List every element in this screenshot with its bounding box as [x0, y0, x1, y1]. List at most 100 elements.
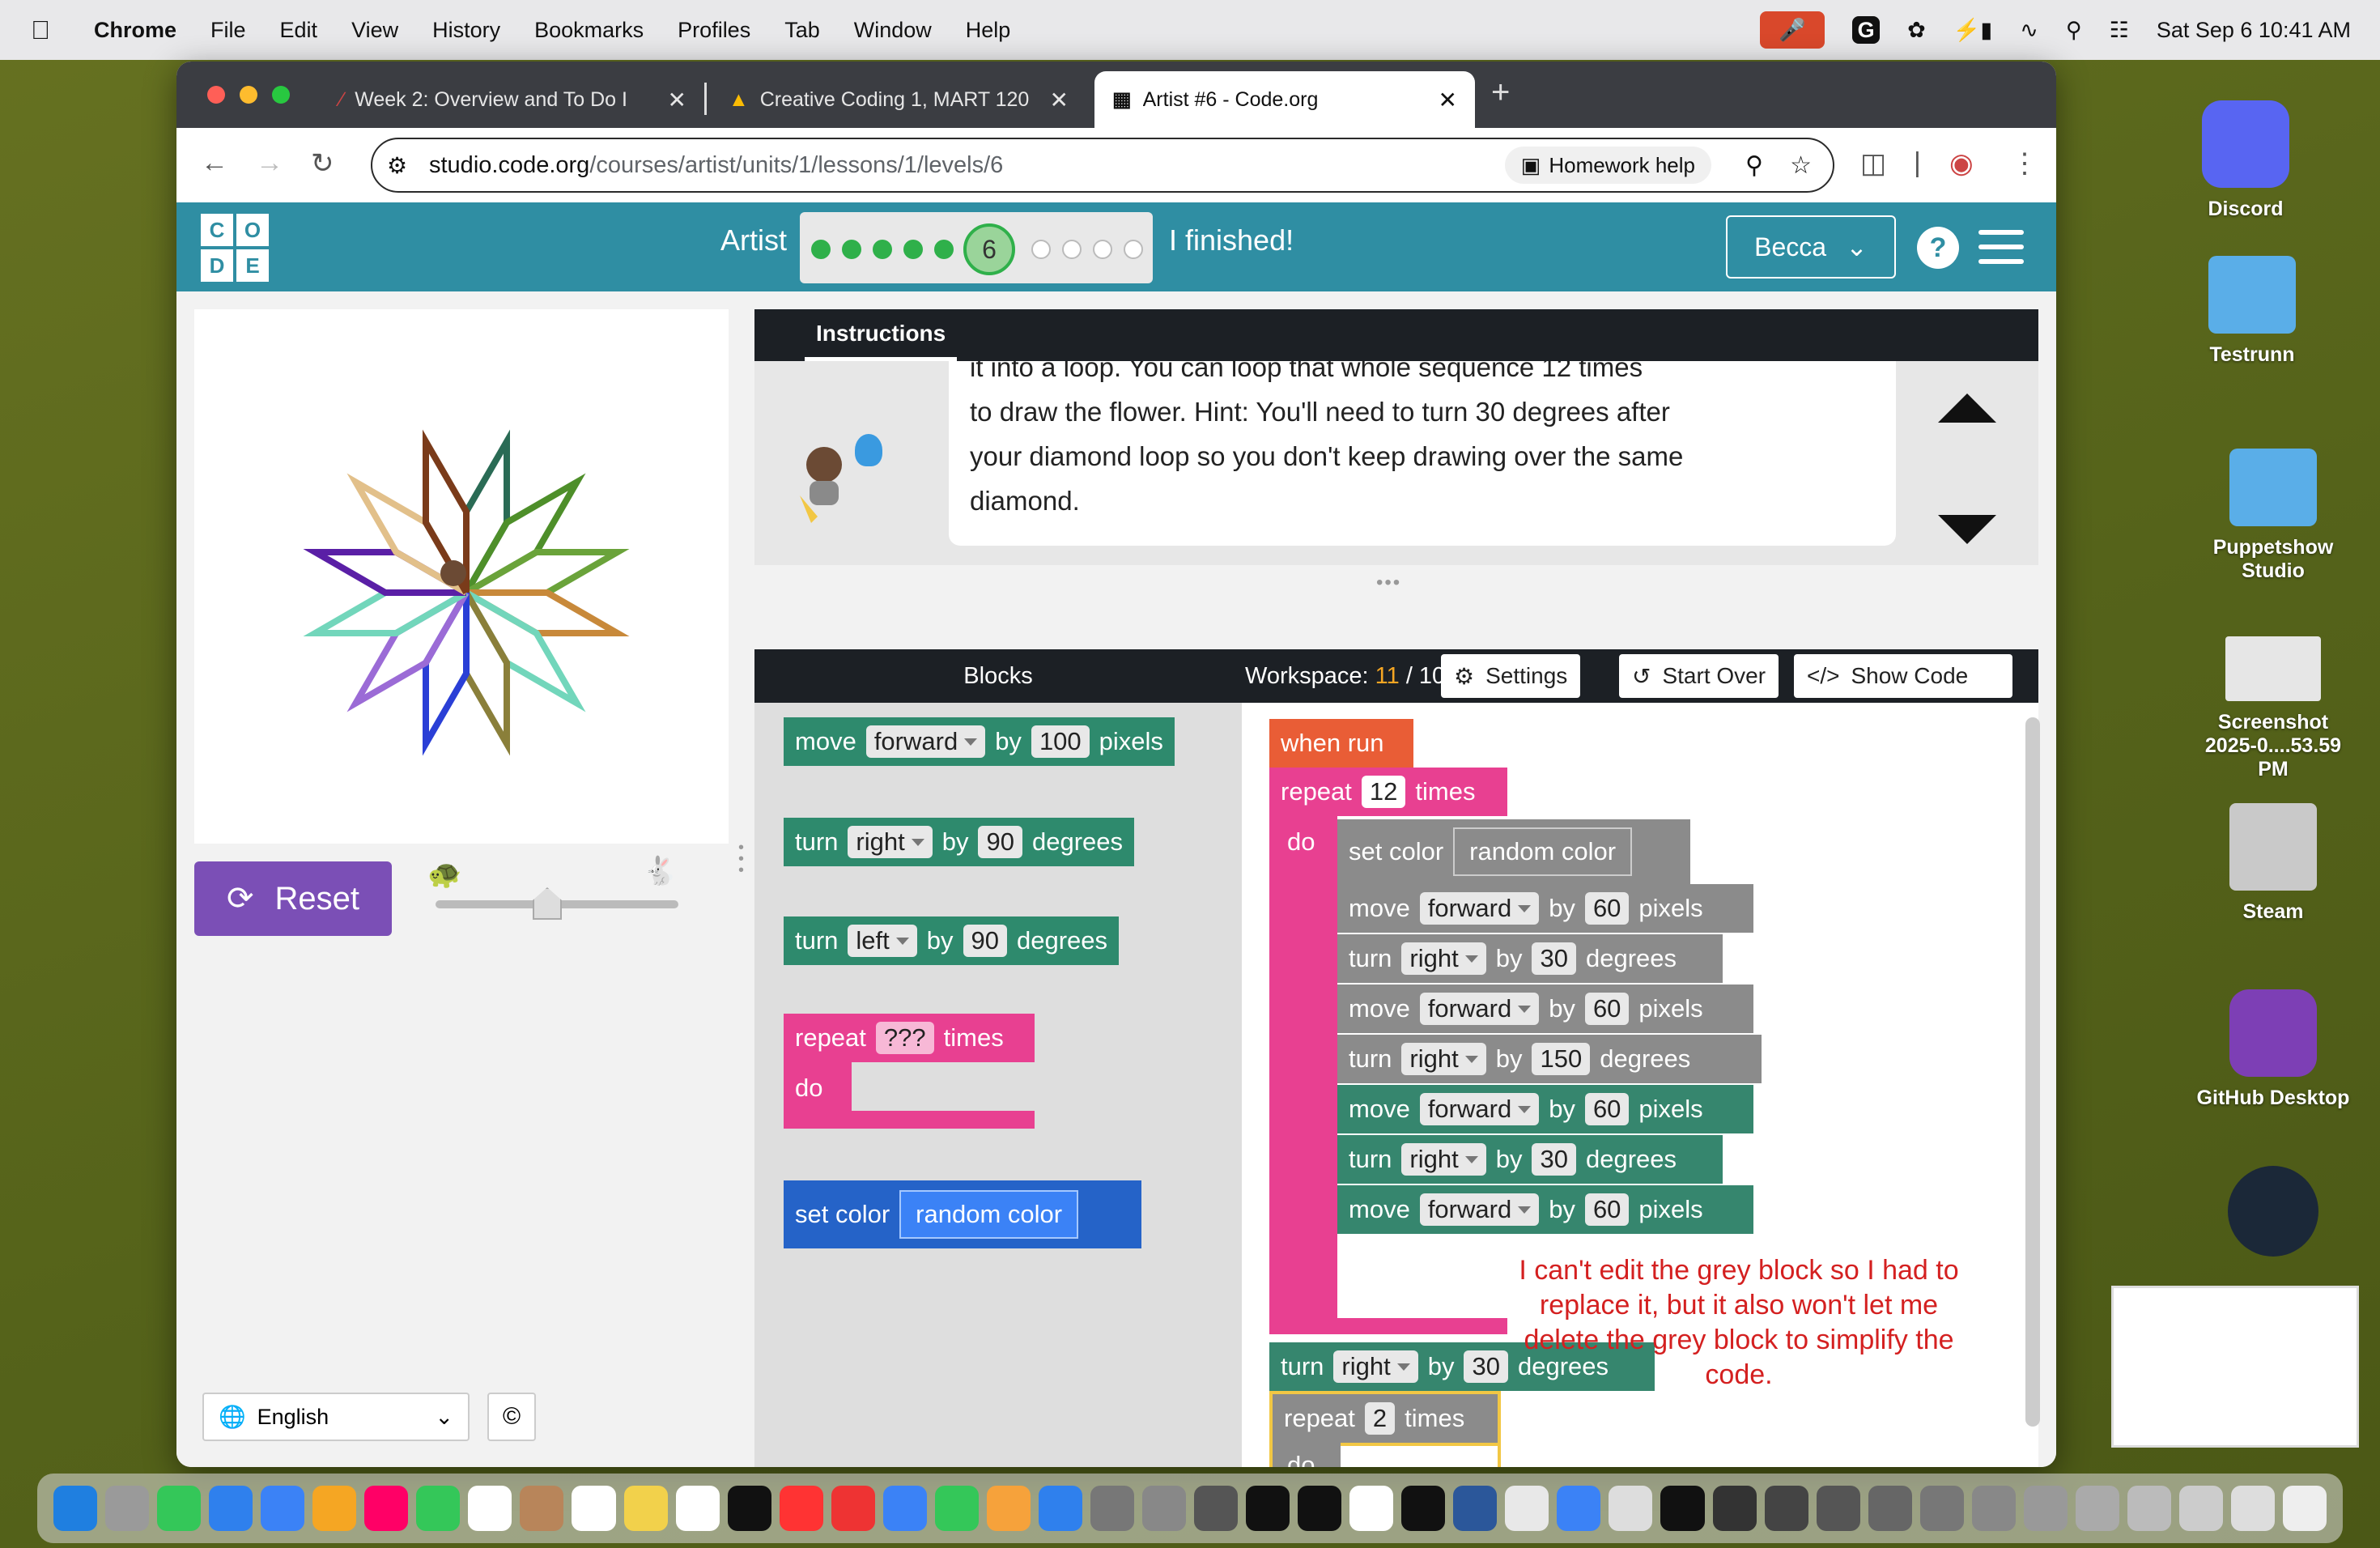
- move-block[interactable]: move forward by 60 pixels: [1337, 1085, 1753, 1133]
- dock-app-icon[interactable]: [1194, 1486, 1239, 1531]
- dock-app-icon[interactable]: [1038, 1486, 1082, 1531]
- repeat-2-block[interactable]: repeat 2 times do: [1269, 1391, 1501, 1467]
- number-field[interactable]: 150: [1532, 1043, 1591, 1075]
- menu-kebab-icon[interactable]: ⋮: [2011, 147, 2038, 180]
- menu-tab[interactable]: Tab: [784, 18, 820, 43]
- direction-dropdown[interactable]: forward: [865, 725, 986, 758]
- number-field[interactable]: 90: [978, 826, 1022, 858]
- dock-app-icon[interactable]: [2178, 1486, 2223, 1531]
- dock-app-icon[interactable]: [1349, 1486, 1394, 1531]
- reset-button[interactable]: ⟳ Reset: [194, 861, 392, 936]
- direction-dropdown[interactable]: right: [1401, 1143, 1486, 1176]
- menu-history[interactable]: History: [432, 18, 500, 43]
- profile-avatar-icon[interactable]: ◉: [1949, 147, 1974, 180]
- menu-app-name[interactable]: Chrome: [94, 18, 176, 43]
- move-block[interactable]: move forward by 60 pixels: [1337, 884, 1753, 933]
- instructions-tab[interactable]: Instructions: [805, 309, 958, 361]
- level-dot-complete[interactable]: [842, 240, 861, 259]
- direction-dropdown[interactable]: right: [1333, 1350, 1418, 1383]
- turn-block[interactable]: turn right by 30 degrees: [1337, 934, 1723, 983]
- minimize-window-button[interactable]: [240, 86, 257, 104]
- scroll-up-icon[interactable]: [1938, 393, 1996, 423]
- menu-window[interactable]: Window: [854, 18, 932, 43]
- number-field[interactable]: 60: [1584, 892, 1630, 925]
- hint-lightbulb-icon[interactable]: [855, 434, 882, 466]
- new-tab-icon[interactable]: +: [1491, 74, 1510, 111]
- number-field[interactable]: 30: [1532, 1143, 1576, 1176]
- level-dot-complete[interactable]: [873, 240, 892, 259]
- language-select[interactable]: 🌐 English ⌄: [202, 1393, 470, 1441]
- menu-profiles[interactable]: Profiles: [678, 18, 750, 43]
- dock-app-icon[interactable]: [261, 1486, 305, 1531]
- level-dot-complete[interactable]: [811, 240, 831, 259]
- back-icon[interactable]: ←: [201, 147, 228, 179]
- finished-link[interactable]: I finished!: [1169, 223, 1294, 257]
- menubar-clock[interactable]: Sat Sep 6 10:41 AM: [2157, 18, 2351, 43]
- tab-artist[interactable]: ▦ Artist #6 - Code.org ✕: [1094, 71, 1475, 128]
- workspace-scrollbar[interactable]: [2025, 717, 2040, 1427]
- dock-app-icon[interactable]: [1298, 1486, 1342, 1531]
- speed-slider-thumb[interactable]: [533, 887, 562, 920]
- reload-icon[interactable]: ↻: [311, 147, 334, 180]
- scroll-down-icon[interactable]: [1938, 515, 1996, 544]
- address-bar[interactable]: ⚙ studio.code.org/courses/artist/units/1…: [371, 138, 1834, 193]
- settings-button[interactable]: ⚙ Settings: [1441, 654, 1581, 698]
- level-dot-incomplete[interactable]: [1124, 240, 1143, 259]
- dock-app-icon[interactable]: [1401, 1486, 1446, 1531]
- tab-week2[interactable]: ∕ Week 2: Overview and To Do I ✕: [322, 71, 704, 128]
- level-dot-complete[interactable]: [934, 240, 954, 259]
- dock-app-icon[interactable]: [1141, 1486, 1187, 1531]
- battery-icon[interactable]: ⚡▮: [1953, 17, 1992, 43]
- dock-app-icon[interactable]: [1971, 1486, 2016, 1531]
- dock-app-icon[interactable]: [416, 1486, 461, 1531]
- control-center-icon[interactable]: ☷: [2110, 18, 2129, 43]
- turn-block[interactable]: turn right by 150 degrees: [1337, 1035, 1762, 1083]
- direction-dropdown[interactable]: forward: [1419, 1193, 1540, 1226]
- dock-app-icon[interactable]: [1453, 1486, 1498, 1531]
- number-field[interactable]: 12: [1361, 776, 1406, 808]
- toolbox-turn-right-block[interactable]: turn right by 90 degrees: [784, 818, 1134, 866]
- set-color-block[interactable]: set color random color: [1337, 819, 1690, 884]
- steam-icon[interactable]: [2228, 1166, 2318, 1257]
- dock-app-icon[interactable]: [468, 1486, 512, 1531]
- grammarly-icon[interactable]: G: [1852, 16, 1881, 44]
- dock-app-icon[interactable]: [364, 1486, 409, 1531]
- number-field[interactable]: 30: [1532, 942, 1576, 975]
- desktop-discord[interactable]: Discord: [2165, 100, 2327, 221]
- menu-file[interactable]: File: [210, 18, 246, 43]
- number-field[interactable]: ???: [875, 1022, 934, 1054]
- copyright-button[interactable]: ©: [487, 1393, 536, 1441]
- dock-app-icon[interactable]: [105, 1486, 150, 1531]
- dock-app-icon[interactable]: [727, 1486, 771, 1531]
- direction-dropdown[interactable]: forward: [1419, 993, 1540, 1025]
- forward-icon[interactable]: →: [256, 147, 283, 179]
- close-icon[interactable]: ✕: [1050, 87, 1069, 113]
- menu-bookmarks[interactable]: Bookmarks: [534, 18, 644, 43]
- openai-icon[interactable]: ✿: [1907, 18, 1926, 43]
- bookmark-star-icon[interactable]: ☆: [1790, 151, 1812, 180]
- help-button[interactable]: ?: [1917, 227, 1959, 269]
- site-settings-icon[interactable]: ⚙: [387, 152, 407, 179]
- direction-dropdown[interactable]: right: [1401, 1043, 1486, 1075]
- dock-app-icon[interactable]: [779, 1486, 823, 1531]
- dock-app-icon[interactable]: [1609, 1486, 1653, 1531]
- microphone-icon[interactable]: 🎤: [1760, 11, 1825, 49]
- number-field[interactable]: 60: [1584, 1193, 1630, 1226]
- number-field[interactable]: 60: [1584, 993, 1630, 1025]
- user-menu[interactable]: Becca ⌄: [1726, 215, 1896, 279]
- direction-dropdown[interactable]: forward: [1419, 1093, 1540, 1125]
- close-icon[interactable]: ✕: [1439, 87, 1457, 113]
- dock-app-icon[interactable]: [1816, 1486, 1860, 1531]
- dock-app-icon[interactable]: [675, 1486, 720, 1531]
- dock-app-icon[interactable]: [209, 1486, 253, 1531]
- desktop-testrunn[interactable]: Testrunn: [2171, 256, 2333, 367]
- dock-app-icon[interactable]: [53, 1486, 98, 1531]
- dock-app-icon[interactable]: [934, 1486, 979, 1531]
- dock-app-icon[interactable]: [157, 1486, 202, 1531]
- desktop-puppetshow[interactable]: Puppetshow Studio: [2192, 449, 2354, 583]
- wifi-icon[interactable]: ∿: [2020, 18, 2038, 43]
- toolbox-turn-left-block[interactable]: turn left by 90 degrees: [784, 916, 1120, 965]
- desktop-screenshot[interactable]: Screenshot 2025-0....53.59 PM: [2192, 636, 2354, 781]
- number-field[interactable]: 2: [1364, 1402, 1396, 1435]
- random-color-block[interactable]: random color: [899, 1190, 1079, 1239]
